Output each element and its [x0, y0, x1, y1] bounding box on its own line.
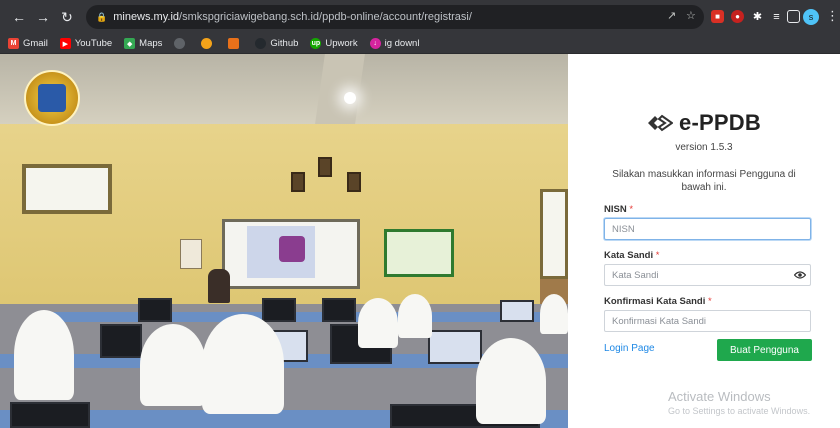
browser-toolbar: ← → ↻ 🔒 minews.my.id /smkspgriciawigeban… — [0, 0, 840, 34]
bookmarks-bar: M Gmail ▶ YouTube ◆ Maps Github up Upwork ↓ i… — [0, 34, 840, 54]
lock-icon: 🔒 — [96, 11, 108, 22]
create-user-button[interactable]: Buat Pengguna — [717, 339, 812, 361]
bookmark-ig-download[interactable]: ↓ ig downl — [369, 38, 419, 49]
bookmark-gmail[interactable]: M Gmail — [8, 38, 48, 49]
star-icon[interactable]: ☆ — [686, 9, 696, 22]
side-panel-icon[interactable] — [787, 10, 800, 23]
share-icon[interactable]: ↗ — [667, 9, 676, 22]
url-host: minews.my.id — [113, 11, 180, 23]
app-version: version 1.5.3 — [675, 142, 733, 153]
youtube-icon: ▶ — [59, 38, 71, 49]
bookmark-3[interactable] — [228, 38, 243, 49]
bookmark-github[interactable]: Github — [255, 38, 298, 49]
background-photo — [0, 54, 568, 428]
bookmark-maps[interactable]: ◆ Maps — [124, 38, 162, 49]
forward-icon[interactable]: → — [34, 8, 52, 26]
eppdb-logo-icon — [647, 113, 674, 133]
bookmark-youtube[interactable]: ▶ YouTube — [59, 38, 112, 49]
activate-windows-title: Activate Windows — [668, 389, 771, 404]
password-label: Kata Sandi * — [604, 250, 660, 261]
back-icon[interactable]: ← — [10, 8, 28, 26]
bookmark-icon-3 — [228, 38, 240, 49]
app-title: e-PPDB — [679, 110, 761, 135]
address-bar[interactable]: 🔒 minews.my.id /smkspgriciawigebang.sch.… — [86, 5, 704, 29]
bookmark-icon-1 — [174, 38, 186, 49]
brand: e-PPDB — [568, 110, 840, 136]
extensions-puzzle-icon[interactable]: ✱ — [751, 10, 764, 23]
confirm-password-input[interactable] — [604, 310, 811, 332]
show-password-icon[interactable] — [789, 264, 811, 286]
school-logo-emblem — [38, 84, 66, 112]
ig-download-icon: ↓ — [369, 38, 381, 49]
gmail-icon: M — [8, 38, 19, 49]
nisn-label: NISN * — [604, 204, 634, 215]
extension-red-icon[interactable]: ■ — [711, 10, 724, 23]
profile-avatar[interactable]: s — [803, 9, 819, 25]
menu-kebab-icon[interactable]: ⋮ — [826, 8, 839, 24]
info-text: Silakan masukkan informasi Pengguna di b… — [612, 169, 796, 193]
confirm-password-label: Konfirmasi Kata Sandi * — [604, 296, 712, 307]
registration-panel: e-PPDB version 1.5.3 Silakan masukkan in… — [568, 54, 840, 428]
bookmark-icon-2 — [201, 38, 213, 49]
github-icon — [255, 38, 267, 49]
login-page-link[interactable]: Login Page — [604, 343, 655, 354]
bookmark-1[interactable] — [174, 38, 189, 49]
reading-list-icon[interactable]: ≡ — [770, 10, 783, 23]
upwork-icon: up — [310, 38, 322, 49]
nisn-input[interactable] — [604, 218, 811, 240]
activate-windows-subtitle: Go to Settings to activate Windows. — [668, 406, 811, 416]
bookmark-upwork[interactable]: up Upwork — [310, 38, 358, 49]
page-content: e-PPDB version 1.5.3 Silakan masukkan in… — [0, 54, 840, 428]
url-path: /smkspgriciawigebang.sch.id/ppdb-online/… — [179, 11, 472, 23]
maps-icon: ◆ — [124, 38, 136, 49]
reload-icon[interactable]: ↻ — [58, 8, 76, 26]
extension-shield-icon[interactable]: ● — [731, 10, 744, 23]
password-input[interactable] — [604, 264, 811, 286]
bookmark-2[interactable] — [201, 38, 216, 49]
